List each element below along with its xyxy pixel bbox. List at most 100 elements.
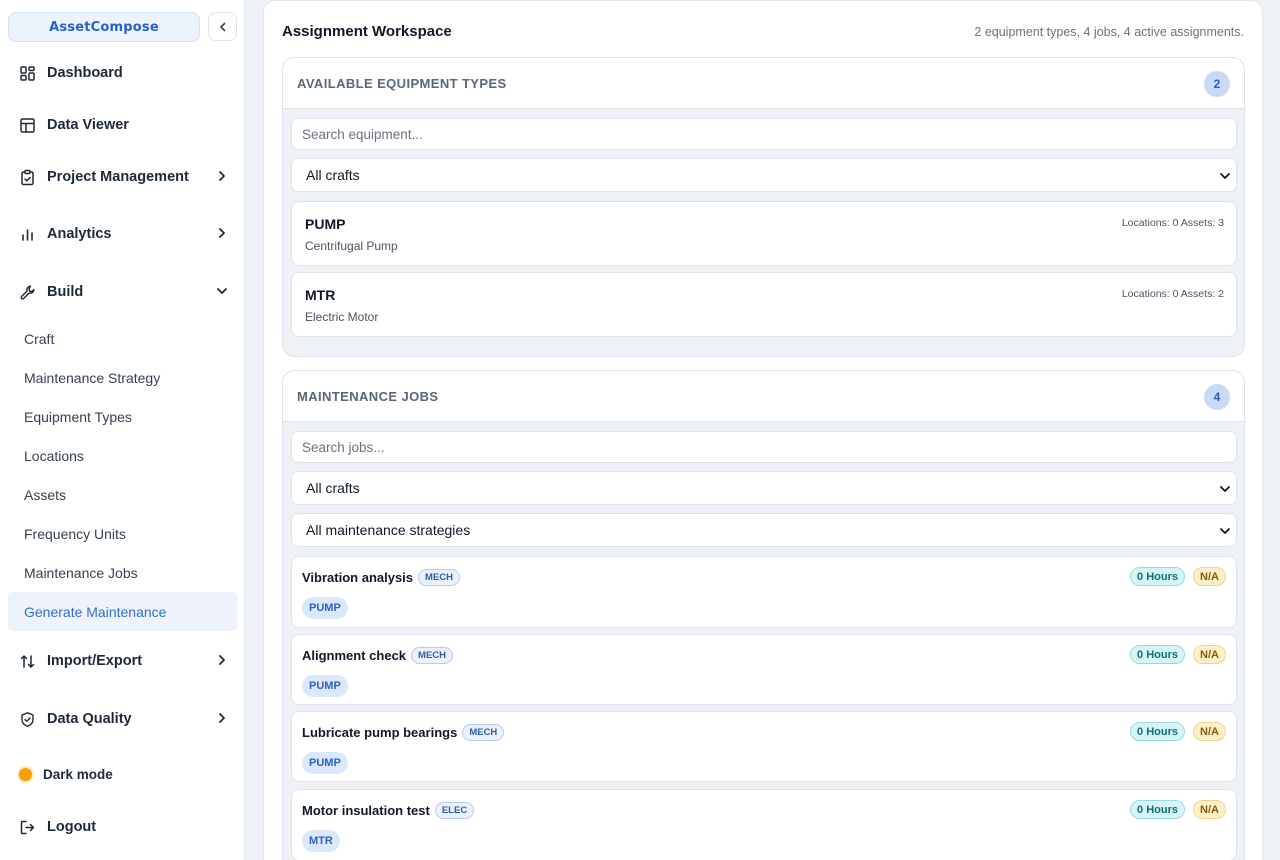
equipment-craft-filter-value: All crafts bbox=[306, 167, 360, 183]
sidebar-subitem-equipment-types[interactable]: Equipment Types bbox=[8, 397, 237, 436]
sun-icon bbox=[19, 767, 32, 781]
equipment-panel-header: AVAILABLE EQUIPMENT TYPES 2 bbox=[283, 58, 1244, 109]
sidebar-subitem-frequency-units[interactable]: Frequency Units bbox=[8, 514, 237, 553]
sidebar-item-label: Dashboard bbox=[47, 65, 123, 81]
sidebar-item-data-viewer[interactable]: Data Viewer bbox=[18, 112, 233, 138]
chevron-down-icon bbox=[1220, 486, 1230, 492]
job-craft-badge: MECH bbox=[411, 647, 454, 664]
equipment-code: MTR bbox=[305, 287, 336, 303]
import-export-icon bbox=[18, 652, 36, 670]
chevron-right-icon bbox=[219, 713, 225, 723]
job-card[interactable]: Alignment check MECH 0 Hours N/A PUMP bbox=[291, 634, 1237, 705]
jobs-panel-header: MAINTENANCE JOBS 4 bbox=[283, 371, 1244, 422]
equipment-panel-title: AVAILABLE EQUIPMENT TYPES bbox=[297, 76, 507, 91]
bar-chart-icon bbox=[18, 225, 36, 243]
job-frequency-badge: N/A bbox=[1193, 567, 1226, 586]
jobs-panel-title: MAINTENANCE JOBS bbox=[297, 389, 439, 404]
sidebar-item-label: Import/Export bbox=[47, 653, 143, 669]
sidebar-item-analytics[interactable]: Analytics bbox=[18, 221, 233, 247]
job-title-row: Lubricate pump bearings MECH bbox=[302, 724, 505, 741]
job-title-row: Alignment check MECH bbox=[302, 647, 454, 664]
chevron-right-icon bbox=[219, 655, 225, 665]
job-hours-badge: 0 Hours bbox=[1130, 722, 1185, 741]
workspace-summary: 2 equipment types, 4 jobs, 4 active assi… bbox=[974, 25, 1244, 39]
brand-logo[interactable]: AssetCompose bbox=[8, 12, 200, 42]
logout-button[interactable]: Logout bbox=[18, 814, 233, 840]
job-equipment-tag[interactable]: PUMP bbox=[302, 752, 348, 774]
sidebar-item-project-management[interactable]: Project Management bbox=[18, 164, 233, 190]
sidebar-item-label: Project Management bbox=[47, 169, 189, 185]
sidebar-item-import-export[interactable]: Import/Export bbox=[18, 648, 233, 674]
jobs-strategy-filter[interactable]: All maintenance strategies bbox=[291, 513, 1237, 547]
equipment-description: Electric Motor bbox=[305, 310, 379, 324]
equipment-meta: Locations: 0 Assets: 3 bbox=[1121, 217, 1224, 229]
brand-row: AssetCompose bbox=[8, 12, 237, 42]
equipment-search-input[interactable] bbox=[291, 118, 1237, 150]
sidebar-subitem-maintenance-strategy[interactable]: Maintenance Strategy bbox=[8, 358, 237, 397]
job-equipment-tag[interactable]: MTR bbox=[302, 830, 340, 852]
jobs-craft-filter[interactable]: All crafts bbox=[291, 471, 1237, 505]
maintenance-jobs-panel: MAINTENANCE JOBS 4 All crafts All mainte… bbox=[282, 370, 1245, 860]
sidebar-item-label: Analytics bbox=[47, 226, 112, 242]
job-craft-badge: MECH bbox=[418, 569, 461, 586]
sidebar-subitem-maintenance-jobs[interactable]: Maintenance Jobs bbox=[8, 553, 237, 592]
job-title: Motor insulation test bbox=[302, 803, 430, 818]
sidebar-item-build[interactable]: Build bbox=[18, 279, 233, 305]
equipment-card[interactable]: PUMP Centrifugal Pump Locations: 0 Asset… bbox=[291, 201, 1237, 266]
job-hours-badge: 0 Hours bbox=[1130, 567, 1185, 586]
jobs-strategy-filter-value: All maintenance strategies bbox=[306, 522, 471, 538]
equipment-types-panel: AVAILABLE EQUIPMENT TYPES 2 All crafts P… bbox=[282, 57, 1245, 357]
job-card[interactable]: Lubricate pump bearings MECH 0 Hours N/A… bbox=[291, 711, 1237, 782]
job-frequency-badge: N/A bbox=[1193, 800, 1226, 819]
job-equipment-tag[interactable]: PUMP bbox=[302, 675, 348, 697]
equipment-count-badge: 2 bbox=[1204, 71, 1230, 97]
job-craft-badge: ELEC bbox=[434, 802, 475, 819]
sidebar-item-label: Data Quality bbox=[47, 711, 132, 727]
job-frequency-badge: N/A bbox=[1193, 645, 1226, 664]
job-title: Alignment check bbox=[302, 648, 407, 663]
logout-label: Logout bbox=[47, 819, 97, 835]
sidebar-item-dashboard[interactable]: Dashboard bbox=[18, 60, 233, 86]
job-card[interactable]: Motor insulation test ELEC 0 Hours N/A M… bbox=[291, 789, 1237, 860]
dark-mode-label: Dark mode bbox=[43, 766, 113, 782]
chevron-down-icon bbox=[217, 288, 227, 294]
jobs-search-input[interactable] bbox=[291, 431, 1237, 463]
job-hours-badge: 0 Hours bbox=[1130, 645, 1185, 664]
sidebar-item-label: Build bbox=[47, 284, 84, 300]
sidebar-subitem-locations[interactable]: Locations bbox=[8, 436, 237, 475]
chevron-right-icon bbox=[219, 228, 225, 238]
shield-icon bbox=[18, 710, 36, 728]
job-equipment-tag[interactable]: PUMP bbox=[302, 597, 348, 619]
sidebar-subitem-craft[interactable]: Craft bbox=[8, 319, 237, 358]
sidebar-subitem-generate-maintenance[interactable]: Generate Maintenance bbox=[8, 592, 237, 631]
jobs-count-badge: 4 bbox=[1204, 384, 1230, 410]
job-frequency-badge: N/A bbox=[1193, 722, 1226, 741]
wrench-icon bbox=[18, 283, 36, 301]
dark-mode-toggle[interactable]: Dark mode bbox=[18, 761, 233, 787]
equipment-meta: Locations: 0 Assets: 2 bbox=[1121, 288, 1224, 300]
collapse-sidebar-button[interactable] bbox=[208, 12, 237, 41]
chevron-right-icon bbox=[219, 171, 225, 181]
sidebar-item-label: Data Viewer bbox=[47, 117, 129, 133]
sidebar-subitem-assets[interactable]: Assets bbox=[8, 475, 237, 514]
equipment-card[interactable]: MTR Electric Motor Locations: 0 Assets: … bbox=[291, 272, 1237, 337]
sidebar: AssetCompose Dashboard Data Viewer Proje… bbox=[0, 0, 245, 860]
job-title: Lubricate pump bearings bbox=[302, 725, 458, 740]
page-title: Assignment Workspace bbox=[282, 23, 452, 40]
sidebar-item-data-quality[interactable]: Data Quality bbox=[18, 706, 233, 732]
job-craft-badge: MECH bbox=[462, 724, 505, 741]
clipboard-icon bbox=[18, 168, 36, 186]
logout-icon bbox=[18, 818, 36, 836]
table-icon bbox=[18, 116, 36, 134]
equipment-code: PUMP bbox=[305, 216, 346, 232]
chevron-left-icon bbox=[219, 22, 225, 31]
chevron-down-icon bbox=[1220, 528, 1230, 534]
equipment-craft-filter[interactable]: All crafts bbox=[291, 158, 1237, 192]
job-hours-badge: 0 Hours bbox=[1130, 800, 1185, 819]
equipment-description: Centrifugal Pump bbox=[305, 239, 398, 253]
chevron-down-icon bbox=[1220, 173, 1230, 179]
job-title-row: Vibration analysis MECH bbox=[302, 569, 461, 586]
job-title: Vibration analysis bbox=[302, 570, 414, 585]
job-card[interactable]: Vibration analysis MECH 0 Hours N/A PUMP bbox=[291, 556, 1237, 628]
job-title-row: Motor insulation test ELEC bbox=[302, 802, 475, 819]
